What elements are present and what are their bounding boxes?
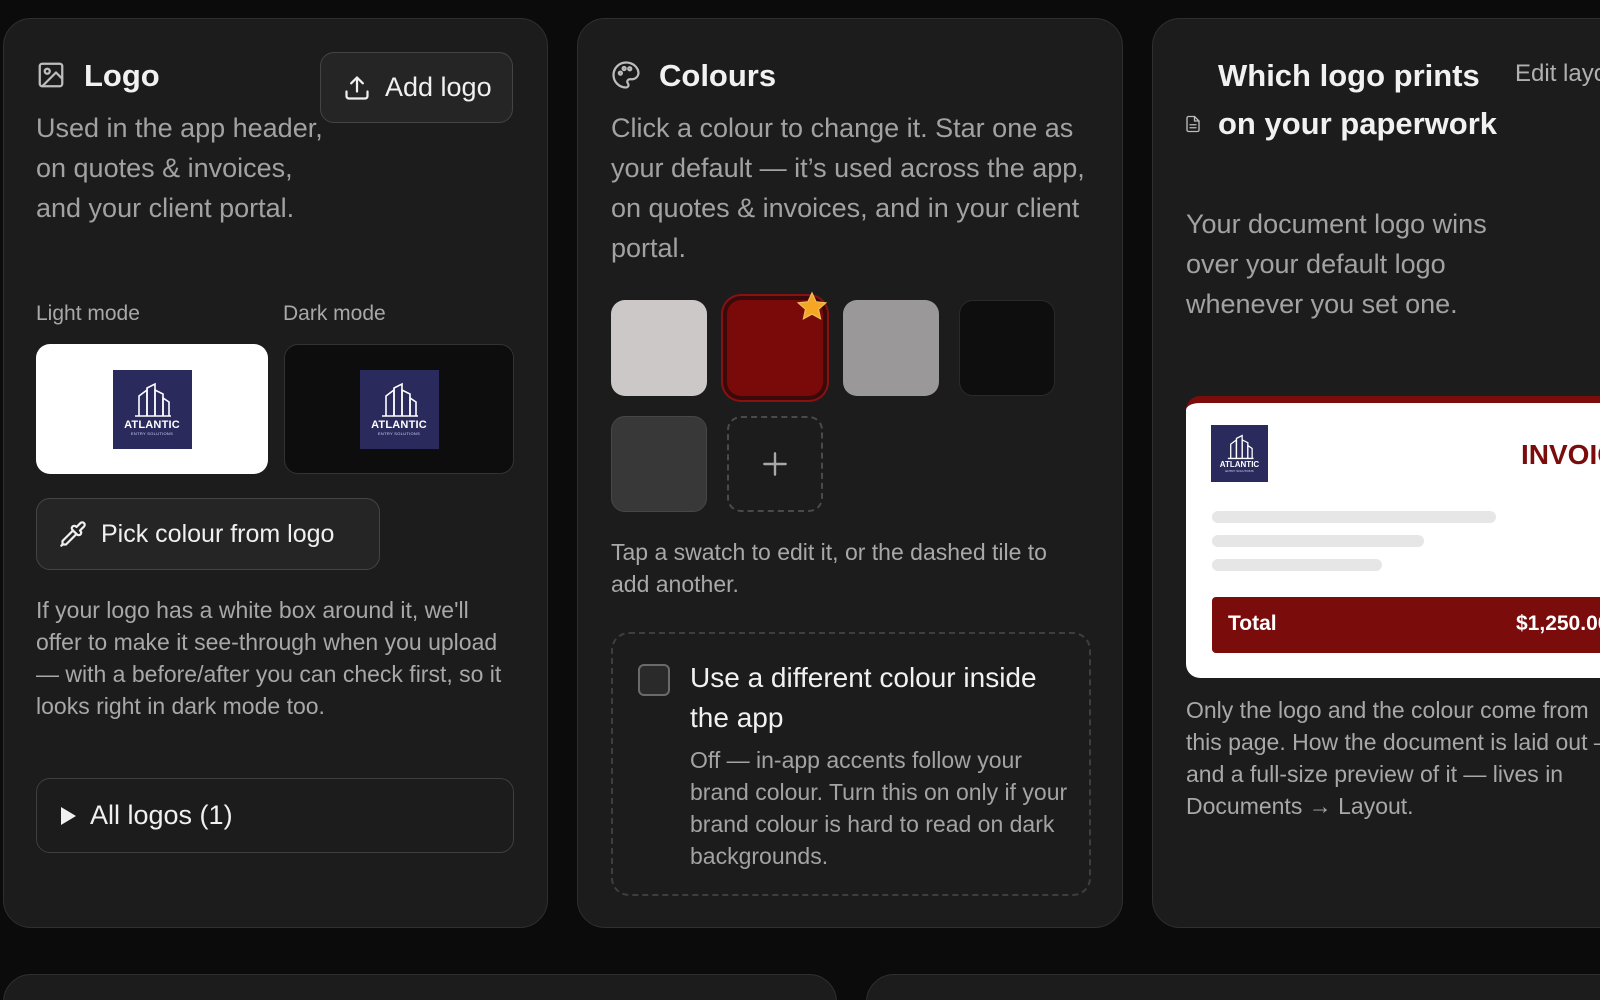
invoice-heading: INVOICE — [1521, 439, 1600, 470]
building-icon — [135, 382, 171, 417]
pick-colour-button[interactable]: Pick colour from logo — [36, 498, 380, 570]
light-mode-logo-preview[interactable]: ATLANTIC ENTRY SOLUTIONS — [36, 344, 268, 474]
lower-card-right — [866, 974, 1600, 1000]
colour-swatch[interactable] — [959, 300, 1055, 396]
swatch-hint: Tap a swatch to edit it, or the dashed t… — [611, 539, 1047, 597]
all-logos-label: All logos (1) — [90, 800, 233, 830]
in-app-colour-title: Use a different colour inside the app — [690, 662, 1037, 733]
logo-title: Logo — [84, 58, 160, 93]
upload-icon — [345, 75, 369, 100]
pick-colour-label: Pick colour from logo — [101, 519, 335, 548]
colour-swatch-default[interactable] — [727, 291, 828, 396]
edit-layout-link[interactable]: Edit layout — [1515, 60, 1600, 88]
document-footer-text: Only the logo and the colour come from t… — [1186, 697, 1600, 819]
invoice-total-bar: Total $1,250.00 — [1212, 597, 1600, 653]
colour-swatch[interactable] — [843, 300, 939, 396]
total-label: Total — [1228, 612, 1277, 635]
add-logo-label: Add logo — [385, 72, 492, 102]
company-logo: ATLANTIC ENTRY SOLUTIONS — [112, 369, 192, 449]
company-logo: ATLANTIC ENTRY SOLUTIONS — [1211, 425, 1268, 482]
in-app-colour-option: Use a different colour inside the app Of… — [611, 632, 1091, 896]
logo-help-text: If your logo has a white box around it, … — [36, 597, 502, 719]
placeholder-line — [1212, 511, 1496, 523]
lower-card-left — [3, 974, 837, 1000]
eyedropper-icon — [60, 521, 86, 547]
colours-title: Colours — [659, 58, 777, 93]
logo-description: Used in the app header, on quotes & invo… — [36, 113, 323, 223]
star-icon — [796, 291, 828, 321]
add-logo-button[interactable]: Add logo — [320, 52, 513, 123]
in-app-colour-description: Off — in-app accents follow your brand c… — [690, 747, 1068, 869]
colour-swatch[interactable] — [611, 300, 707, 396]
light-mode-label: Light mode — [36, 302, 140, 325]
total-amount: $1,250.00 — [1516, 612, 1600, 635]
in-app-colour-checkbox[interactable] — [638, 664, 670, 696]
image-icon — [36, 60, 66, 90]
all-logos-toggle[interactable]: All logos (1) — [36, 778, 514, 853]
dark-mode-logo-preview[interactable]: ATLANTIC ENTRY SOLUTIONS — [284, 344, 514, 474]
document-icon — [1184, 113, 1202, 135]
dark-mode-label: Dark mode — [283, 302, 386, 325]
placeholder-line — [1212, 559, 1382, 571]
placeholder-line — [1212, 535, 1424, 547]
colours-description: Click a colour to change it. Star one as… — [611, 113, 1085, 263]
document-logo-title: Which logo prints on your paperwork — [1218, 58, 1498, 141]
building-icon — [382, 382, 418, 417]
plus-icon — [763, 452, 787, 476]
building-icon — [1227, 434, 1254, 460]
invoice-preview: ATLANTIC ENTRY SOLUTIONS INVOICE Total $… — [1186, 396, 1600, 678]
add-colour-tile[interactable] — [727, 416, 823, 512]
palette-icon — [611, 60, 641, 90]
company-logo: ATLANTIC ENTRY SOLUTIONS — [359, 369, 439, 449]
document-logo-description: Your document logo wins over your defaul… — [1186, 209, 1487, 319]
disclosure-triangle-icon — [61, 806, 76, 825]
colour-swatch[interactable] — [611, 416, 707, 512]
